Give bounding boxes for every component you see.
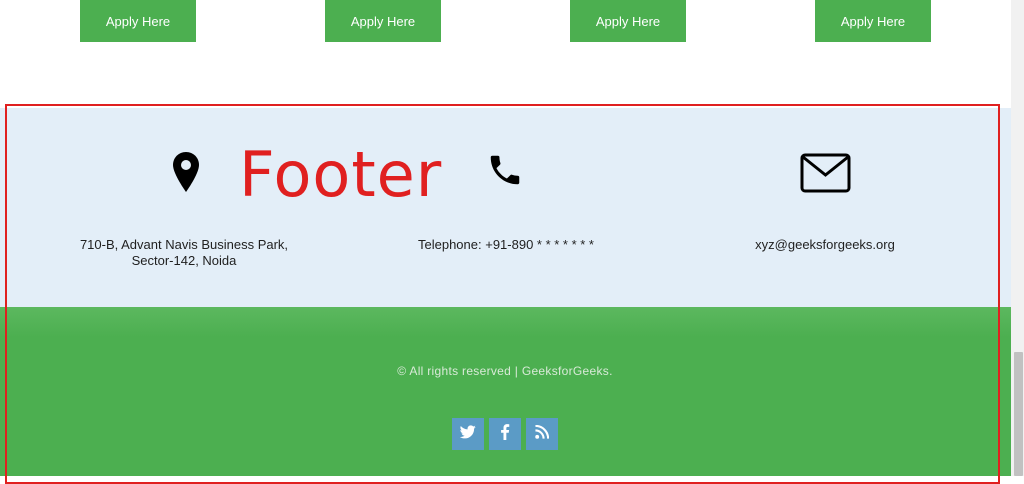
apply-here-button[interactable]: Apply Here (325, 0, 441, 42)
apply-here-button[interactable]: Apply Here (570, 0, 686, 42)
map-pin-icon (172, 151, 200, 198)
footer-bottom-section (0, 307, 1011, 476)
address-line-1: 710-B, Advant Navis Business Park, (79, 237, 289, 252)
scrollbar-thumb[interactable] (1014, 352, 1023, 476)
telephone-text: Telephone: +91-890 * * * * * * * (418, 237, 594, 252)
apply-here-button[interactable]: Apply Here (80, 0, 196, 42)
phone-icon (486, 151, 524, 194)
rss-icon (535, 424, 550, 444)
twitter-button[interactable] (452, 418, 484, 450)
footer-contact-section (0, 108, 1011, 307)
envelope-icon (800, 153, 851, 198)
copyright-text: © All rights reserved | GeeksforGeeks. (397, 364, 613, 378)
footer-annotation-label: Footer (239, 138, 443, 211)
address-line-2: Sector-142, Noida (131, 253, 237, 268)
rss-button[interactable] (526, 418, 558, 450)
apply-here-button[interactable]: Apply Here (815, 0, 931, 42)
twitter-icon (459, 424, 476, 444)
address-text: 710-B, Advant Navis Business Park, Secto… (60, 237, 308, 269)
email-link[interactable]: xyz@geeksforgeeks.org (745, 237, 905, 253)
facebook-icon (500, 423, 510, 445)
facebook-button[interactable] (489, 418, 521, 450)
